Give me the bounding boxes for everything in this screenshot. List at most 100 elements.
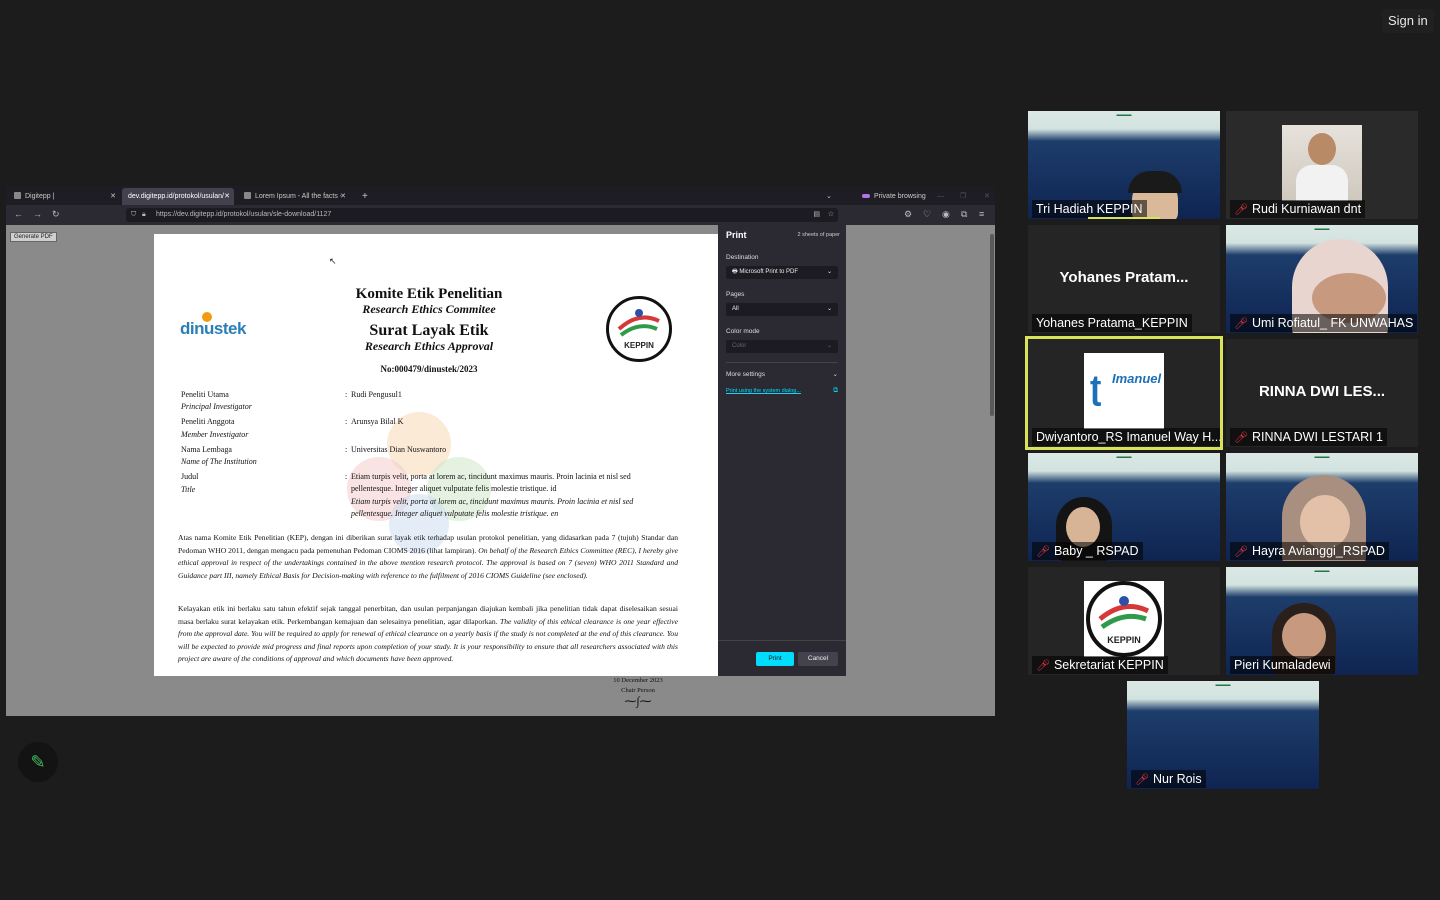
shared-screen: Digitepp | ✕ dev.digitepp.id/protokol/usu… xyxy=(6,186,995,716)
participant-tile[interactable]: ▬▬▬ 🎤︎ Nur Rois xyxy=(1127,681,1319,789)
external-link-icon: ⧉ xyxy=(833,387,838,394)
keppin-avatar: KEPPIN xyxy=(1084,581,1164,657)
close-tab-icon[interactable]: ✕ xyxy=(224,188,230,205)
annotate-pencil-icon[interactable]: ✎ xyxy=(18,742,58,782)
keppin-logo: KEPPIN xyxy=(606,296,672,362)
tab-digitepp[interactable]: Digitepp | ✕ xyxy=(8,188,120,205)
forward-icon[interactable]: → xyxy=(33,209,42,219)
system-dialog-link[interactable]: Print using the system dialog... xyxy=(726,388,801,394)
private-browsing-indicator: Private browsing xyxy=(856,188,936,205)
shield-icon[interactable]: ⛉ xyxy=(131,208,136,222)
participant-name: 🎤︎ Nur Rois xyxy=(1131,770,1206,788)
window-close-icon[interactable]: ✕ xyxy=(978,188,992,205)
field-colon: : xyxy=(345,445,348,454)
cancel-button[interactable]: Cancel xyxy=(798,652,838,666)
mouse-cursor-icon: ↖ xyxy=(329,256,337,266)
signature-block: 10 December 2023 Chair Person ⁓∫⁓ xyxy=(598,676,678,707)
list-tabs-icon[interactable]: ⌄ xyxy=(820,188,836,205)
field-value-en: Etiam turpis velit, porta at lorem ac, t… xyxy=(351,497,634,518)
field-label-en: Title xyxy=(181,485,196,494)
participant-tile[interactable]: ▬▬▬ 🎤︎ Hayra Avianggi_RSPAD xyxy=(1226,453,1418,561)
close-tab-icon[interactable]: ✕ xyxy=(110,188,116,205)
sheet-count: 2 sheets of paper xyxy=(797,232,840,238)
bookmark-star-icon[interactable]: ☆ xyxy=(828,208,834,222)
field-colon: : xyxy=(345,417,348,426)
generate-pdf-button[interactable]: Generate PDF xyxy=(10,232,57,242)
maximize-icon[interactable]: ❐ xyxy=(954,188,968,205)
sign-in-button[interactable]: Sign in xyxy=(1382,9,1434,33)
lock-icon[interactable]: 🔒︎ xyxy=(142,208,146,222)
participant-tile[interactable]: ▬▬▬ Tri Hadiah KEPPIN xyxy=(1028,111,1220,219)
close-tab-icon[interactable]: ✕ xyxy=(340,188,346,205)
field-label: Judul xyxy=(181,472,199,481)
face-icon xyxy=(1282,613,1326,659)
slide-header-strip: ▬▬▬ xyxy=(1116,454,1132,460)
slide-header-strip: ▬▬▬ xyxy=(1314,226,1330,232)
participant-tile[interactable]: ▬▬▬ 🎤︎ Baby _ RSPAD xyxy=(1028,453,1220,561)
url-bar[interactable]: ⛉ 🔒︎ https://dev.digitepp.id/protokol/us… xyxy=(126,208,838,222)
pocket-icon[interactable]: ♡ xyxy=(923,209,931,220)
new-tab-button[interactable]: + xyxy=(356,188,372,205)
scrollbar[interactable] xyxy=(990,234,994,416)
doc-number: No:000479/dinustek/2023 xyxy=(380,364,478,374)
participant-name: 🎤︎ Sekretariat KEPPIN xyxy=(1032,656,1168,674)
back-icon[interactable]: ← xyxy=(14,209,23,219)
participant-name: 🎤︎ Umi Rofiatul_ FK UNWAHAS xyxy=(1230,314,1418,332)
minimize-icon[interactable]: — xyxy=(931,188,945,205)
mic-muted-icon: 🎤︎ xyxy=(1234,546,1248,558)
participant-tile[interactable]: 🎤︎ Rudi Kurniawan dnt xyxy=(1226,111,1418,219)
field-label: Peneliti Utama xyxy=(181,390,229,399)
participant-display-name: Yohanes Pratam... xyxy=(1059,269,1189,286)
keppin-figures-icon xyxy=(1098,596,1150,630)
mic-muted-icon: 🎤︎ xyxy=(1036,546,1050,558)
tab-sle-download[interactable]: dev.digitepp.id/protokol/usulan/sle-✕ xyxy=(122,188,234,205)
slide-header-strip: ▬▬▬ xyxy=(1314,568,1330,574)
more-settings-toggle[interactable]: More settings xyxy=(726,371,765,378)
destination-label: Destination xyxy=(726,254,759,261)
account-icon[interactable]: ◉ xyxy=(942,209,950,220)
extension-puzzle-icon[interactable]: ⧉ xyxy=(961,209,967,220)
participant-tile-active[interactable]: ʈ Imanuel Dwiyantoro_RS Imanuel Way H... xyxy=(1025,336,1223,450)
validity-paragraph: Kelayakan etik ini berlaku satu tahun ef… xyxy=(178,604,678,663)
menu-icon[interactable]: ≡ xyxy=(979,209,984,219)
color-mode-select[interactable]: Color ⌄ xyxy=(726,340,838,353)
participant-tile[interactable]: ▬▬▬ 🎤︎ Umi Rofiatul_ FK UNWAHAS xyxy=(1226,225,1418,333)
participant-tile[interactable]: KEPPIN 🎤︎ Sekretariat KEPPIN xyxy=(1028,567,1220,675)
print-title: Print xyxy=(726,230,747,240)
destination-select[interactable]: 🖶︎ Microsoft Print to PDF ⌄ xyxy=(726,266,838,279)
slide-header-strip: ▬▬▬ xyxy=(1215,682,1231,688)
face-icon xyxy=(1300,495,1350,549)
field-colon: : xyxy=(345,472,348,481)
participant-name: Yohanes Pratama_KEPPIN xyxy=(1032,314,1192,332)
chevron-down-icon: ⌄ xyxy=(826,343,832,349)
browser-nav-bar: ← → ↻ ⛉ 🔒︎ https://dev.digitepp.id/proto… xyxy=(6,205,995,225)
shirt-icon xyxy=(1296,165,1348,201)
participant-name: Dwiyantoro_RS Imanuel Way H... xyxy=(1032,428,1220,446)
participant-tile[interactable]: ▬▬▬ Pieri Kumaladewi xyxy=(1226,567,1418,675)
participant-photo xyxy=(1282,125,1362,201)
pages-select[interactable]: All ⌄ xyxy=(726,303,838,316)
chevron-down-icon: ⌄ xyxy=(826,269,832,275)
reload-icon[interactable]: ↻ xyxy=(52,209,60,220)
participant-name: Pieri Kumaladewi xyxy=(1230,656,1335,674)
divider xyxy=(718,640,846,641)
tab-lorem-ipsum[interactable]: Lorem Ipsum - All the facts - Li ✕ xyxy=(238,188,350,205)
participant-name: 🎤︎ Rudi Kurniawan dnt xyxy=(1230,200,1366,218)
mic-muted-icon: 🎤︎ xyxy=(1036,660,1050,672)
field-value: Etiam turpis velit, porta at lorem ac, t… xyxy=(351,472,631,493)
color-mode-label: Color mode xyxy=(726,328,760,335)
field-label-en: Member Investigator xyxy=(181,430,249,439)
mic-muted-icon: 🎤︎ xyxy=(1234,204,1248,216)
keppin-figures-icon xyxy=(617,309,660,337)
reader-view-icon[interactable]: ▤ xyxy=(813,208,820,222)
field-value: Universitas Dian Nuswantoro xyxy=(351,445,447,454)
field-label-en: Principal Investigator xyxy=(181,402,252,411)
field-label: Nama Lembaga xyxy=(181,445,232,454)
chevron-down-icon[interactable]: ⌄ xyxy=(833,370,838,378)
print-button[interactable]: Print xyxy=(756,652,794,666)
participant-tile[interactable]: RINNA DWI LES... 🎤︎ RINNA DWI LESTARI 1 xyxy=(1226,339,1418,447)
participant-tile[interactable]: Yohanes Pratam... Yohanes Pratama_KEPPIN xyxy=(1028,225,1220,333)
participant-name: 🎤︎ Baby _ RSPAD xyxy=(1032,542,1143,560)
field-label: Peneliti Anggota xyxy=(181,417,235,426)
extensions-icon[interactable]: ⚙ xyxy=(904,209,912,220)
